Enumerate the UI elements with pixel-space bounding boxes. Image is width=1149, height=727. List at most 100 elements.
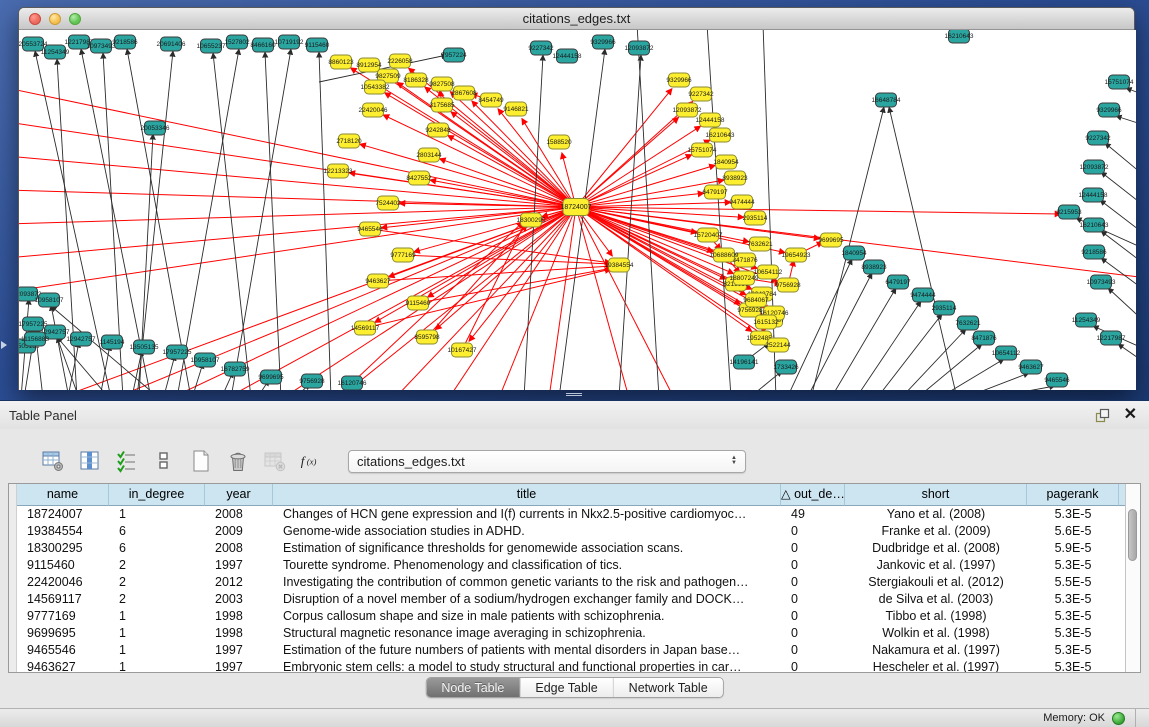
graph-edge[interactable] xyxy=(1116,116,1136,126)
column-header-out_de[interactable]: △ out_de… xyxy=(781,484,845,506)
graph-edge[interactable] xyxy=(1101,172,1136,208)
graph-edge[interactable] xyxy=(231,49,291,390)
float-window-icon[interactable] xyxy=(1095,408,1110,423)
graph-edge[interactable] xyxy=(435,207,576,330)
table-row[interactable]: 977716911998Corpus callosum shape and si… xyxy=(17,608,1125,625)
table-cell: 0 xyxy=(781,625,845,642)
apply-checkmarks-icon[interactable] xyxy=(114,448,140,474)
window-titlebar[interactable]: citations_edges.txt xyxy=(19,8,1134,30)
table-cell: 1998 xyxy=(205,608,273,625)
graph-node-label: 11254349 xyxy=(1072,317,1101,324)
graph-edge[interactable] xyxy=(576,89,672,207)
scrollbar-thumb[interactable] xyxy=(1128,509,1137,561)
table-settings-icon[interactable] xyxy=(40,448,66,474)
table-cell: de Silva et al. (2003) xyxy=(845,591,1027,608)
table-row[interactable]: 1456911722003Disruption of a novel membe… xyxy=(17,591,1125,608)
select-columns-icon[interactable] xyxy=(77,448,103,474)
delete-trash-icon[interactable] xyxy=(225,448,251,474)
close-button[interactable] xyxy=(29,13,41,25)
graph-node-label: 9146821 xyxy=(503,106,529,113)
table-row[interactable]: 946554611997Estimation of the future num… xyxy=(17,642,1125,659)
new-document-icon[interactable] xyxy=(188,448,214,474)
statusbar-divider xyxy=(1135,709,1136,727)
graph-edge[interactable] xyxy=(1126,88,1136,96)
graph-edge[interactable] xyxy=(964,373,1029,390)
column-header-title[interactable]: title xyxy=(273,484,781,506)
graph-node-label: 12093872 xyxy=(673,107,702,114)
graph-node-label: 8427552 xyxy=(406,175,432,182)
graph-edge[interactable] xyxy=(707,30,731,390)
table-row[interactable]: 2242004622012Investigating the contribut… xyxy=(17,574,1125,591)
graph-node-label: 18724007 xyxy=(560,204,591,211)
function-builder-icon[interactable]: f (x) xyxy=(299,448,325,474)
tab-network-table[interactable]: Network Table xyxy=(614,678,723,697)
zoom-button[interactable] xyxy=(69,13,81,25)
graph-node-label: 12444158 xyxy=(1079,192,1108,199)
graph-edge[interactable] xyxy=(1100,200,1136,236)
graph-node-label: 9474444 xyxy=(910,292,936,299)
table-cell: 0 xyxy=(781,574,845,591)
graph-node-label: 20691406 xyxy=(157,41,186,48)
close-panel-icon[interactable]: ✕ xyxy=(1124,408,1137,422)
table-cell: 1 xyxy=(109,506,205,523)
table-cell: 6 xyxy=(109,523,205,540)
graph-edge[interactable] xyxy=(59,207,576,390)
graph-node-label: 9329966 xyxy=(666,77,692,84)
table-row[interactable]: 969969511998Structural magnetic resonanc… xyxy=(17,625,1125,642)
graph-edge[interactable] xyxy=(177,49,239,390)
tab-edge-table[interactable]: Edge Table xyxy=(520,678,613,697)
table-cell: 0 xyxy=(781,591,845,608)
graph-edge[interactable] xyxy=(101,345,110,390)
graph-edge[interactable] xyxy=(901,329,966,390)
vertical-scrollbar[interactable] xyxy=(1125,484,1140,672)
graph-node-label: 3175685 xyxy=(429,102,455,109)
graph-edge[interactable] xyxy=(319,52,331,390)
table-row[interactable]: 1872400712008Changes of HCN gene express… xyxy=(17,506,1125,523)
column-header-pagerank[interactable]: pagerank xyxy=(1027,484,1119,506)
merge-rows-icon[interactable] xyxy=(151,448,177,474)
graph-edge[interactable] xyxy=(352,222,523,383)
graph-edge[interactable] xyxy=(807,273,872,390)
table-cell: 1 xyxy=(109,608,205,625)
graph-node-label: 9827509 xyxy=(375,73,401,80)
table-row[interactable]: 946362711997Embryonic stem cells: a mode… xyxy=(17,659,1125,672)
graph-edge[interactable] xyxy=(19,190,576,207)
minimize-button[interactable] xyxy=(49,13,61,25)
table-row[interactable]: 911546021997Tourette syndrome. Phenomeno… xyxy=(17,557,1125,574)
graph-edge[interactable] xyxy=(1105,143,1136,178)
graph-edge[interactable] xyxy=(576,126,701,207)
graph-edge[interactable] xyxy=(449,207,576,390)
table-cell: Genome-wide association studies in ADHD. xyxy=(273,523,781,540)
network-canvas[interactable]: 1872400788601238912954222605898275098186… xyxy=(19,30,1136,390)
graph-edge[interactable] xyxy=(576,117,679,207)
network-view-window[interactable]: citations_edges.txt 18724007886012389129… xyxy=(18,7,1135,390)
column-header-in_degree[interactable]: in_degree xyxy=(109,484,205,506)
table-cell: 0 xyxy=(781,642,845,659)
graph-edge[interactable] xyxy=(383,115,576,207)
table-selector-dropdown[interactable]: citations_edges.txt ▲▼ xyxy=(348,450,746,473)
graph-edge[interactable] xyxy=(831,288,896,390)
graph-node-label: 8595798 xyxy=(414,334,440,341)
graph-edge[interactable] xyxy=(889,107,957,390)
graph-edge[interactable] xyxy=(1108,288,1136,324)
table-row[interactable]: 1938455462009Genome-wide association stu… xyxy=(17,523,1125,540)
table-cell: 5.3E-5 xyxy=(1027,591,1119,608)
graph-edge[interactable] xyxy=(1118,344,1136,364)
column-header-year[interactable]: year xyxy=(205,484,273,506)
graph-edge[interactable] xyxy=(576,207,1061,214)
graph-edge[interactable] xyxy=(165,355,175,390)
column-header-short[interactable]: short xyxy=(845,484,1027,506)
graph-edge[interactable] xyxy=(989,386,1055,390)
graph-edge[interactable] xyxy=(637,30,659,390)
split-pane-handle[interactable] xyxy=(566,392,582,397)
graph-edge[interactable] xyxy=(749,371,782,390)
graph-edge[interactable] xyxy=(19,156,576,207)
graph-node-label: 11156883 xyxy=(21,336,49,343)
table-cell: 5.3E-5 xyxy=(1027,557,1119,574)
graph-edge[interactable] xyxy=(451,112,576,207)
graph-edge[interactable] xyxy=(856,301,921,390)
graph-edge[interactable] xyxy=(265,52,281,390)
column-header-name[interactable]: name xyxy=(17,484,109,506)
tab-node-table[interactable]: Node Table xyxy=(426,678,520,697)
table-row[interactable]: 1830029562008Estimation of significance … xyxy=(17,540,1125,557)
